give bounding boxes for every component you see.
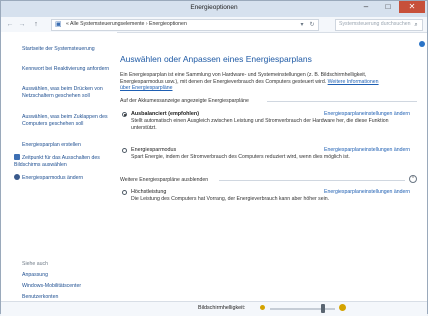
search-input[interactable]: Systemsteuerung durchsuchen [339,21,411,27]
brightness-slider[interactable] [270,304,335,313]
sidebar-item-sleep-label: Energiesparmodus ändern [22,175,84,181]
plan-balanced-settings-link[interactable]: Energiesparplaneinstellungen ändern [324,111,410,117]
dropdown-icon[interactable]: ▾ [298,21,306,29]
sidebar-item-sleep[interactable]: Energiesparmodus ändern [14,174,110,182]
see-also-mobility-center[interactable]: Windows-Mobilitätscenter [22,283,110,290]
plan-power-saver-radio[interactable] [122,148,127,153]
maximize-button[interactable]: □ [377,1,399,13]
brightness-high-icon [339,304,346,311]
main-content: Auswählen oder Anpassen eines Energiespa… [117,32,427,301]
brightness-slider-thumb[interactable] [320,304,325,313]
moon-icon [14,174,20,180]
battery-plans-heading: Auf der Akkumessanzeige angezeigte Energ… [120,98,249,104]
sidebar-item-lid[interactable]: Auswählen, was beim Zuklappen des Comput… [22,114,110,127]
title-bar[interactable]: Energieoptionen – □ ✕ [1,1,427,17]
minimize-button[interactable]: – [355,1,377,13]
navigation-bar: ← → ↑ ▣ « Alle Systemsteuerungselemente … [1,17,427,33]
plan-high-performance-name[interactable]: Höchstleistung [131,189,166,195]
page-title: Auswählen oder Anpassen eines Energiespa… [120,54,312,64]
see-also-heading: Siehe auch [22,261,48,267]
plan-high-performance-description: Die Leistung des Computers hat Vorrang, … [131,196,330,202]
forward-arrow-icon[interactable]: → [17,20,27,30]
search-icon[interactable]: ⌕ [412,21,420,29]
hide-plans-heading[interactable]: Weitere Energiesparpläne ausblenden [120,177,208,183]
sidebar-item-home[interactable]: Startseite der Systemsteuerung [22,46,110,53]
collapse-chevron-icon[interactable]: ⌃ [409,175,417,183]
brightness-label: Bildschirmhelligkeit: [198,305,246,311]
brightness-low-icon [260,305,265,310]
see-also-user-accounts[interactable]: Benutzerkonten [22,294,110,301]
search-box[interactable]: Systemsteuerung durchsuchen ⌕ [335,19,423,31]
plan-high-performance-settings-link[interactable]: Energiesparplaneinstellungen ändern [324,189,410,195]
section-divider [267,101,417,102]
plan-power-saver-description: Spart Energie, indem der Stromverbrauch … [131,154,350,160]
control-panel-icon: ▣ [55,21,62,28]
sidebar-item-password[interactable]: Kennwort bei Reaktivierung anfordern [22,66,110,73]
close-button[interactable]: ✕ [399,1,425,13]
sidebar-item-create-plan[interactable]: Energiesparplan erstellen [22,142,110,149]
display-clock-icon [14,154,20,160]
sidebar-item-display-off-label: Zeitpunkt für das Ausschalten des Bildsc… [14,155,100,168]
refresh-icon[interactable]: ↻ [308,21,316,29]
sidebar-item-display-off[interactable]: Zeitpunkt für das Ausschalten des Bildsc… [14,154,110,168]
energy-options-window: Energieoptionen – □ ✕ ← → ↑ ▣ « Alle Sys… [0,0,428,316]
address-bar[interactable]: ▣ « Alle Systemsteuerungselemente › Ener… [51,19,319,31]
up-arrow-icon[interactable]: ↑ [31,20,41,30]
plan-high-performance-radio[interactable] [122,190,127,195]
section-divider [219,180,405,181]
plan-power-saver-name[interactable]: Energiesparmodus [131,147,176,153]
plan-balanced-radio[interactable] [122,112,127,117]
breadcrumb[interactable]: « Alle Systemsteuerungselemente › Energi… [66,21,187,27]
see-also-personalization[interactable]: Anpassung [22,272,110,279]
intro-text: Ein Energiesparplan ist eine Sammlung vo… [120,72,390,92]
plan-power-saver-settings-link[interactable]: Energiesparplaneinstellungen ändern [324,147,410,153]
plan-balanced-name[interactable]: Ausbalanciert (empfohlen) [131,111,199,117]
sidebar: Startseite der Systemsteuerung Kennwort … [1,32,117,301]
plan-balanced-description: Stellt automatisch einen Ausgleich zwisc… [131,118,389,131]
back-arrow-icon[interactable]: ← [5,20,15,30]
sidebar-item-power-buttons[interactable]: Auswählen, was beim Drücken von Netzscha… [22,86,110,99]
